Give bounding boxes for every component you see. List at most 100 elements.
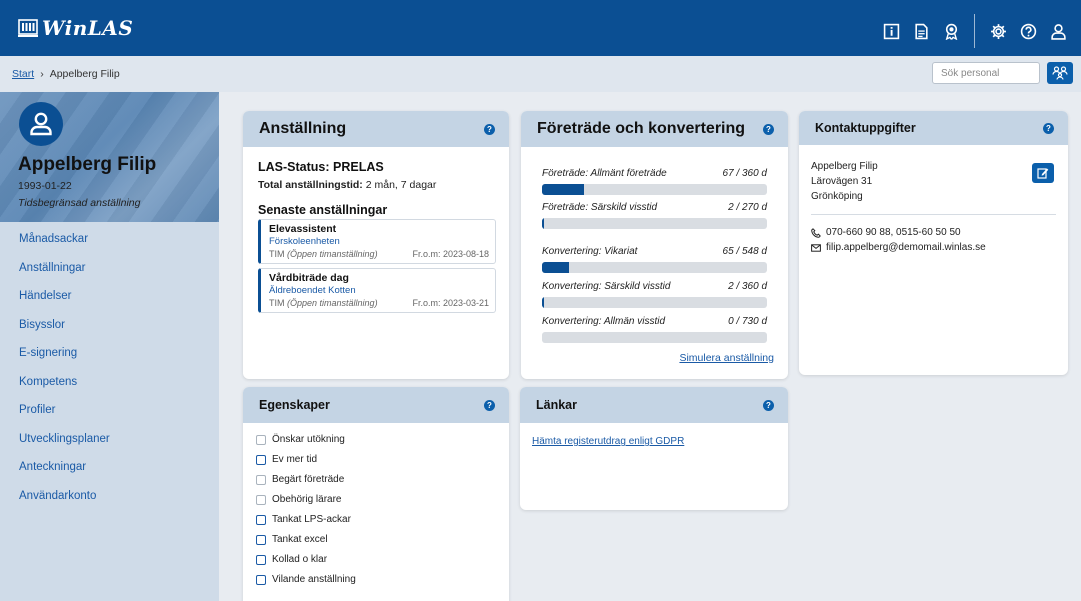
contact-email[interactable]: filip.appelberg@demomail.winlas.se: [826, 242, 986, 253]
breadcrumb: Start › Appelberg Filip: [12, 68, 120, 80]
progress-bar-group: Företräde: Särskild visstid 2 / 270 d: [542, 202, 767, 229]
properties-card: Egenskaper ? Önskar utökning Ev mer tid …: [243, 387, 509, 601]
person-icon: [30, 112, 52, 136]
gdpr-extract-link[interactable]: Hämta registerutdrag enligt GDPR: [532, 436, 684, 447]
sidebar-item-manadsackar[interactable]: Månadsackar: [0, 225, 219, 254]
employment-item-meta: TIM (Öppen timanställning) Fr.o.m: 2023-0…: [269, 298, 495, 308]
checkbox-box[interactable]: [256, 574, 266, 585]
total-employment-value: 2 mån, 7 dagar: [365, 179, 437, 191]
property-checkbox[interactable]: Tankat LPS-ackar: [256, 514, 351, 525]
progress-fill: [542, 184, 584, 195]
property-label: Tankat excel: [272, 534, 328, 545]
checkbox-box[interactable]: [256, 474, 266, 485]
edit-contact-button[interactable]: [1032, 163, 1054, 183]
sidebar-item-anvandarkonto[interactable]: Användarkonto: [0, 482, 219, 511]
employment-item-type-desc: (Öppen timanställning): [287, 249, 378, 259]
employment-item-place[interactable]: Förskoleenheten: [269, 236, 495, 247]
phone-icon: [811, 227, 821, 238]
sidebar-item-bisysslor[interactable]: Bisysslor: [0, 311, 219, 340]
progress-label: Konvertering: Allmän visstid: [542, 316, 666, 327]
sidebar-item-kompetens[interactable]: Kompetens: [0, 368, 219, 397]
sidebar-item-utvecklingsplaner[interactable]: Utvecklingsplaner: [0, 425, 219, 454]
employment-item-type: TIM: [269, 298, 285, 308]
contact-phone[interactable]: 070-660 90 88, 0515-60 50 50: [826, 227, 961, 238]
help-icon[interactable]: ?: [484, 123, 495, 135]
employment-card: Anställning ? LAS-Status: PRELAS Total a…: [243, 111, 509, 379]
property-checkbox[interactable]: Tankat excel: [256, 534, 328, 545]
employment-item-from: Fr.o.m: 2023-03-21: [412, 298, 489, 308]
checkbox-box[interactable]: [256, 454, 266, 465]
contact-card-title: Kontaktuppgifter: [815, 121, 916, 135]
employment-item-type: TIM: [269, 249, 285, 259]
top-bar: WinLAS: [0, 0, 1081, 56]
logo-icon: [18, 19, 38, 37]
checkbox-box[interactable]: [256, 554, 266, 565]
property-checkbox[interactable]: Ev mer tid: [256, 454, 317, 465]
people-search-button[interactable]: [1047, 62, 1073, 84]
property-label: Kollad o klar: [272, 554, 328, 565]
employment-item[interactable]: Elevassistent Förskoleenheten TIM (Öppen…: [258, 219, 496, 264]
property-checkbox[interactable]: Begärt företräde: [256, 474, 344, 485]
progress-track: [542, 184, 767, 195]
progress-label: Konvertering: Vikariat: [542, 246, 638, 257]
progress-track: [542, 332, 767, 343]
progress-value: 0 / 730 d: [728, 316, 767, 327]
contact-phone-row: 070-660 90 88, 0515-60 50 50: [811, 227, 961, 238]
contact-address: Appelberg Filip Lärovägen 31 Grönköping: [811, 159, 878, 204]
app-logo[interactable]: WinLAS: [18, 16, 133, 40]
employment-item[interactable]: Vårdbiträde dag Äldreboendet Kotten TIM …: [258, 268, 496, 313]
links-card: Länkar ? Hämta registerutdrag enligt GDP…: [520, 387, 788, 510]
employment-item-type-desc: (Öppen timanställning): [287, 298, 378, 308]
property-checkbox[interactable]: Kollad o klar: [256, 554, 327, 565]
progress-track: [542, 262, 767, 273]
progress-label: Företräde: Särskild visstid: [542, 202, 658, 213]
sidebar-item-anteckningar[interactable]: Anteckningar: [0, 453, 219, 482]
progress-bar-group: Konvertering: Allmän visstid 0 / 730 d: [542, 316, 767, 343]
gear-icon[interactable]: [983, 17, 1013, 45]
checkbox-box[interactable]: [256, 534, 266, 545]
properties-card-title: Egenskaper: [259, 398, 330, 412]
info-icon[interactable]: [876, 17, 906, 45]
sidebar-item-handelser[interactable]: Händelser: [0, 282, 219, 311]
user-icon[interactable]: [1043, 17, 1073, 45]
search-input[interactable]: [932, 62, 1040, 84]
help-icon[interactable]: ?: [1043, 122, 1054, 134]
priority-conversion-card: Företräde och konvertering ? Företräde: …: [521, 111, 788, 379]
employment-item-place[interactable]: Äldreboendet Kotten: [269, 285, 495, 296]
property-checkbox[interactable]: Vilande anställning: [256, 574, 356, 585]
profile-header: Appelberg Filip 1993-01-22 Tidsbegränsad…: [0, 92, 219, 222]
help-icon[interactable]: ?: [484, 399, 495, 411]
award-icon[interactable]: [936, 17, 966, 45]
document-icon[interactable]: [906, 17, 936, 45]
employment-item-title: Vårdbiträde dag: [269, 272, 349, 284]
checkbox-box[interactable]: [256, 434, 266, 445]
employment-item-title: Elevassistent: [269, 223, 337, 235]
breadcrumb-current: Appelberg Filip: [49, 68, 120, 80]
sidebar-item-anstallningar[interactable]: Anställningar: [0, 254, 219, 283]
las-status: LAS-Status: PRELAS: [258, 160, 384, 174]
property-label: Begärt företräde: [272, 474, 345, 485]
progress-track: [542, 297, 767, 308]
contact-city: Grönköping: [811, 191, 863, 202]
help-icon[interactable]: ?: [763, 399, 774, 411]
checkbox-box[interactable]: [256, 494, 266, 505]
people-icon: [1052, 66, 1068, 80]
simulate-employment-link[interactable]: Simulera anställning: [679, 352, 774, 364]
help-icon[interactable]: ?: [763, 123, 774, 135]
contact-card-header: Kontaktuppgifter ?: [799, 111, 1068, 145]
property-label: Obehörig lärare: [272, 494, 342, 505]
sidebar-item-e-signering[interactable]: E-signering: [0, 339, 219, 368]
property-checkbox[interactable]: Önskar utökning: [256, 434, 345, 445]
properties-card-header: Egenskaper ?: [243, 387, 509, 423]
breadcrumb-start-link[interactable]: Start: [12, 68, 34, 80]
total-employment-label: Total anställningstid:: [258, 179, 363, 191]
help-icon[interactable]: [1013, 17, 1043, 45]
checkbox-box[interactable]: [256, 514, 266, 525]
priority-card-header: Företräde och konvertering ?: [521, 111, 788, 147]
sidebar-item-profiler[interactable]: Profiler: [0, 396, 219, 425]
progress-label: Konvertering: Särskild visstid: [542, 281, 671, 292]
property-label: Önskar utökning: [272, 434, 345, 445]
progress-fill: [542, 262, 569, 273]
sidebar-nav: Månadsackar Anställningar Händelser Bisy…: [0, 225, 219, 510]
property-checkbox[interactable]: Obehörig lärare: [256, 494, 341, 505]
